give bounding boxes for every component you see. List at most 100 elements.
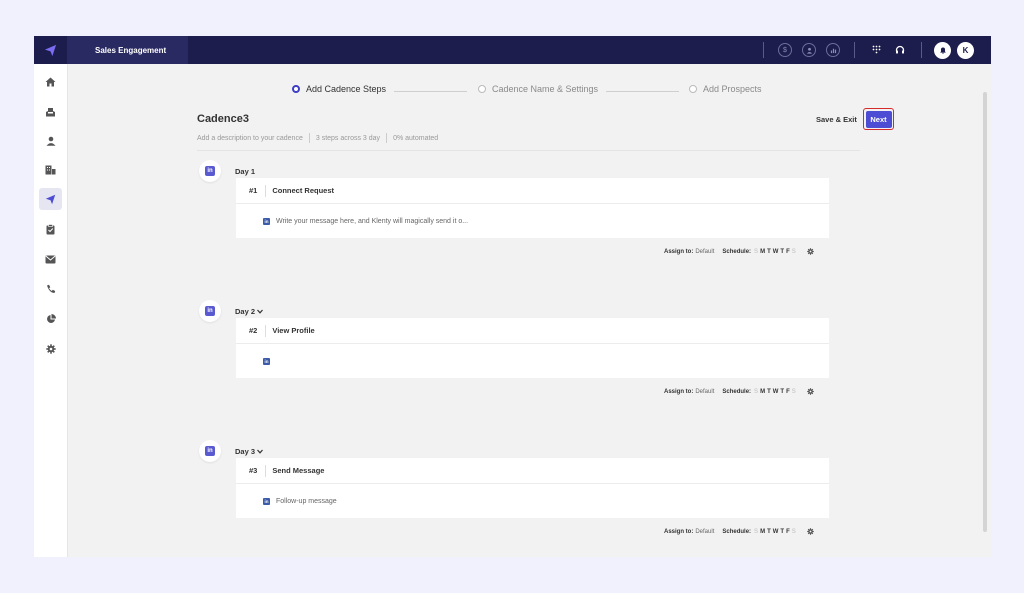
assignee-select[interactable]: Default — [695, 389, 714, 395]
step-body[interactable]: in Write your message here, and Klenty w… — [236, 204, 829, 238]
sidebar-item-email[interactable] — [39, 248, 62, 270]
chevron-down-icon[interactable] — [257, 309, 263, 314]
step-card[interactable]: #1 Connect Request in Write your message… — [236, 178, 829, 238]
schedule-day[interactable]: F — [786, 389, 790, 395]
send-icon — [45, 194, 56, 204]
save-exit-button[interactable]: Save & Exit — [816, 115, 857, 124]
linkedin-icon: in — [263, 217, 270, 225]
mail-icon — [45, 255, 56, 263]
sidebar-item-tasks[interactable] — [39, 218, 62, 240]
step-name: Connect Request — [272, 186, 335, 195]
scrollbar[interactable] — [983, 92, 987, 532]
schedule-day[interactable]: T — [767, 389, 771, 395]
sidebar-item-settings[interactable] — [39, 338, 62, 360]
schedule-day[interactable]: S — [792, 529, 796, 535]
steps-summary: 3 steps across 3 day — [315, 134, 381, 142]
linkedin-icon: in — [205, 306, 215, 316]
step-cadence-name-settings[interactable]: Cadence Name & Settings — [478, 84, 598, 94]
step-card[interactable]: #2 View Profile in — [236, 318, 829, 378]
day-label[interactable]: Day 2 — [235, 307, 263, 316]
dialpad-icon[interactable] — [869, 43, 883, 57]
step-body[interactable]: in Follow-up message — [236, 484, 829, 518]
step-add-cadence-steps[interactable]: Add Cadence Steps — [292, 84, 386, 94]
schedule-day[interactable]: S — [754, 389, 758, 395]
sidebar-item-inbox[interactable] — [39, 101, 62, 123]
assign-to-label: Assign to: — [664, 248, 694, 255]
cadence-title[interactable]: Cadence3 — [197, 113, 249, 125]
dollar-icon[interactable]: $ — [778, 43, 792, 57]
sidebar-item-home[interactable] — [39, 71, 62, 93]
assign-to-label: Assign to: — [664, 528, 694, 535]
step-label: Add Cadence Steps — [306, 84, 387, 94]
next-button[interactable]: Next — [865, 110, 892, 128]
schedule-day[interactable]: T — [767, 249, 771, 255]
automated-percentage: 0% automated — [393, 134, 439, 142]
logo[interactable] — [34, 36, 67, 64]
schedule-day[interactable]: S — [792, 389, 796, 395]
schedule-day[interactable]: M — [760, 249, 765, 255]
pie-chart-icon — [46, 314, 56, 323]
chevron-down-icon[interactable] — [257, 449, 263, 454]
schedule-day[interactable]: T — [780, 249, 784, 255]
schedule-label: Schedule: — [722, 528, 752, 535]
divider — [197, 150, 860, 151]
next-button-highlight: Next — [863, 108, 894, 130]
linkedin-step-bubble: in — [199, 300, 221, 322]
step-label: Cadence Name & Settings — [492, 84, 599, 94]
gear-icon[interactable] — [806, 388, 814, 395]
schedule-day[interactable]: W — [773, 529, 779, 535]
sidebar-item-reports[interactable] — [39, 308, 62, 330]
divider — [921, 42, 922, 58]
schedule-day[interactable]: S — [754, 249, 758, 255]
linkedin-icon: in — [205, 446, 215, 456]
description-field[interactable]: Add a description to your cadence — [197, 135, 303, 142]
gear-icon[interactable] — [806, 528, 814, 535]
gear-icon[interactable] — [806, 248, 814, 255]
schedule-day[interactable]: W — [773, 249, 779, 255]
home-icon — [45, 77, 56, 87]
schedule-day[interactable]: W — [773, 389, 779, 395]
day-label: Day 1 — [235, 167, 255, 176]
schedule-day[interactable]: F — [786, 529, 790, 535]
assignee-select[interactable]: Default — [695, 529, 714, 535]
step-number: #1 — [249, 186, 258, 195]
step-connector — [606, 91, 679, 92]
headset-icon[interactable] — [893, 43, 907, 57]
schedule-day[interactable]: S — [792, 249, 796, 255]
divider — [386, 133, 388, 143]
app-window: Sales Engagement $ K Add Cadence Steps C… — [34, 36, 991, 557]
sidebar-item-calls[interactable] — [39, 278, 62, 300]
schedule-day[interactable]: T — [767, 529, 771, 535]
step-add-prospects[interactable]: Add Prospects — [689, 84, 762, 94]
step-card[interactable]: #3 Send Message in Follow-up message — [236, 458, 829, 518]
chart-icon[interactable] — [826, 43, 840, 57]
step-name: View Profile — [272, 326, 315, 335]
sidebar-item-accounts[interactable] — [39, 159, 62, 181]
step-body[interactable]: in — [236, 344, 829, 378]
building-icon — [45, 165, 56, 175]
app-title[interactable]: Sales Engagement — [67, 36, 188, 64]
step-name: Send Message — [272, 466, 325, 475]
schedule-label: Schedule: — [722, 388, 752, 395]
day-section: in Day 3 #3 Send Message in Follow-up me… — [68, 440, 987, 550]
schedule-day[interactable]: S — [754, 529, 758, 535]
schedule-day[interactable]: T — [780, 389, 784, 395]
sidebar-item-contacts[interactable] — [39, 130, 62, 152]
schedule-day[interactable]: T — [780, 529, 784, 535]
schedule-day[interactable]: M — [760, 529, 765, 535]
schedule-day[interactable]: M — [760, 389, 765, 395]
avatar[interactable]: K — [957, 41, 974, 59]
linkedin-icon: in — [205, 166, 215, 176]
day-label[interactable]: Day 3 — [235, 447, 263, 456]
sidebar-item-cadences[interactable] — [39, 188, 62, 210]
step-footer: Assign to: Default Schedule: S M T W T F… — [664, 388, 814, 395]
linkedin-step-bubble: in — [199, 440, 221, 462]
step-number: #2 — [249, 326, 258, 335]
bell-icon[interactable] — [934, 41, 951, 59]
main-content: Add Cadence Steps Cadence Name & Setting… — [68, 64, 987, 557]
user-circle-icon[interactable] — [802, 43, 816, 57]
schedule-day[interactable]: F — [786, 249, 790, 255]
user-icon — [46, 136, 55, 146]
step-footer: Assign to: Default Schedule: S M T W T F… — [664, 528, 814, 535]
assignee-select[interactable]: Default — [695, 249, 714, 255]
